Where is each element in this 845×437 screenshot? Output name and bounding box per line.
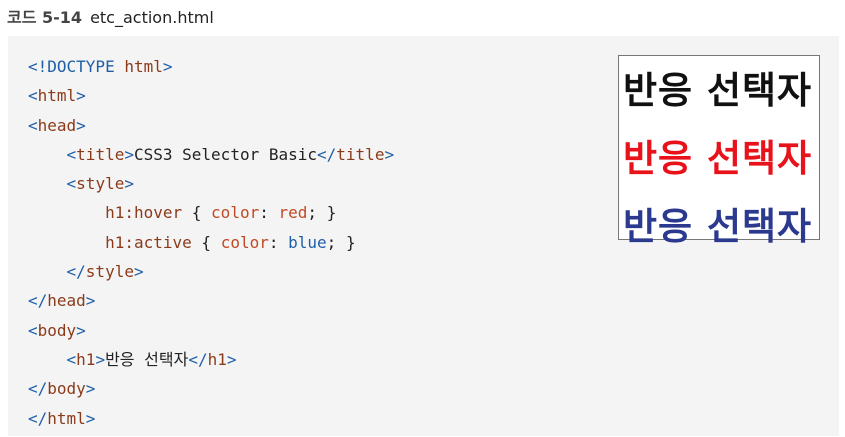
code-line-9: </head>	[28, 291, 96, 311]
code-line-5: <style>	[66, 174, 134, 194]
code-line-7: h1:active { color: blue; }	[105, 232, 356, 252]
browser-preview: 반응 선택자 반응 선택자 반응 선택자	[618, 55, 820, 248]
code-line-12: </body>	[28, 379, 96, 399]
code-listing: <!DOCTYPE html> <html> <head> <title>CSS…	[28, 52, 394, 433]
code-line-8: </style>	[66, 262, 144, 282]
caption-label: 코드 5-14	[7, 8, 83, 27]
code-line-3: <head>	[28, 115, 86, 135]
code-line-1: <!DOCTYPE html>	[28, 57, 173, 76]
code-line-13: </html>	[28, 408, 96, 428]
preview-heading-hover[interactable]: 반응 선택자	[623, 128, 812, 182]
code-line-4: <title>CSS3 Selector Basic</title>	[66, 144, 395, 164]
preview-heading-normal[interactable]: 반응 선택자	[623, 60, 812, 114]
code-line-2: <html>	[28, 86, 86, 106]
preview-heading-active[interactable]: 반응 선택자	[623, 196, 812, 250]
code-caption: 코드 5-14 etc_action.html	[7, 4, 214, 28]
caption-filename: etc_action.html	[90, 8, 214, 27]
code-line-10: <body>	[28, 320, 86, 340]
code-line-6: h1:hover { color: red; }	[105, 203, 337, 223]
code-line-11: <h1>반응 선택자</h1>	[66, 349, 237, 369]
